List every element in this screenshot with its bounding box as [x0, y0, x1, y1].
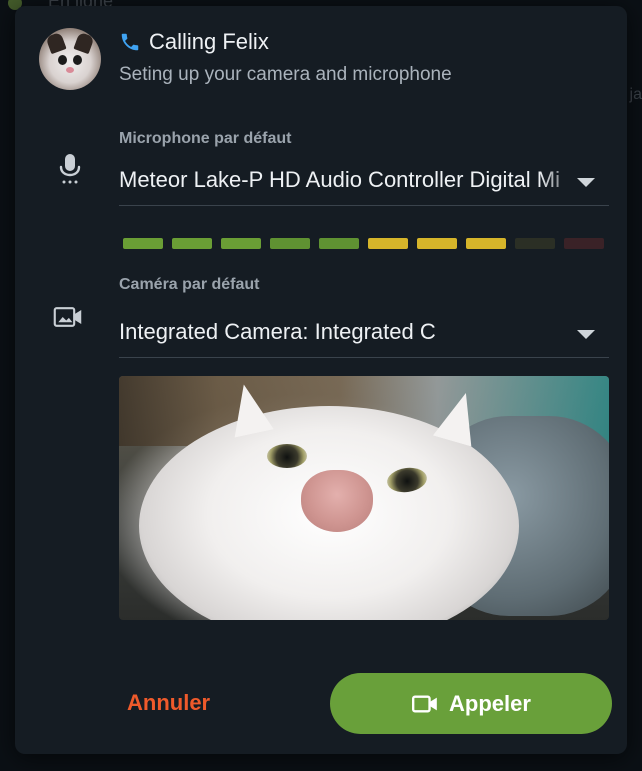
- dialog-subtitle: Seting up your camera and microphone: [119, 64, 452, 85]
- camera-preview: [119, 376, 609, 620]
- audio-level-segment: [221, 238, 261, 249]
- avatar: [39, 28, 101, 90]
- audio-level-segment: [564, 238, 604, 249]
- audio-level-segment: [270, 238, 310, 249]
- microphone-icon: [59, 154, 81, 184]
- call-button[interactable]: Appeler: [330, 673, 612, 734]
- phone-icon: [121, 33, 139, 51]
- call-button-label: Appeler: [449, 690, 531, 716]
- audio-level-segment: [319, 238, 359, 249]
- dialog-title: Calling Felix: [149, 29, 269, 54]
- audio-level-segment: [515, 238, 555, 249]
- chevron-down-icon[interactable]: [577, 178, 595, 187]
- camera-select[interactable]: Integrated Camera: Integrated C: [119, 311, 609, 358]
- microphone-select[interactable]: Meteor Lake-P HD Audio Controller Digita…: [119, 159, 609, 206]
- audio-level-segment: [417, 238, 457, 249]
- microphone-select-value: Meteor Lake-P HD Audio Controller Digita…: [119, 167, 560, 192]
- audio-level-segment: [368, 238, 408, 249]
- cancel-button[interactable]: Annuler: [127, 690, 210, 716]
- call-setup-dialog: Calling Felix Seting up your camera and …: [15, 6, 627, 754]
- camera-select-value: Integrated Camera: Integrated C: [119, 319, 436, 344]
- chevron-down-icon[interactable]: [577, 330, 595, 339]
- background-edge-text: ja: [629, 86, 642, 103]
- audio-level-meter: [123, 238, 604, 249]
- dialog-header: Calling Felix: [119, 29, 269, 55]
- audio-level-segment: [123, 238, 163, 249]
- audio-level-segment: [466, 238, 506, 249]
- video-camera-icon: [412, 695, 437, 712]
- microphone-label: Microphone par défaut: [119, 130, 292, 147]
- camera-label: Caméra par défaut: [119, 276, 260, 293]
- audio-level-segment: [172, 238, 212, 249]
- video-camera-icon: [53, 307, 82, 327]
